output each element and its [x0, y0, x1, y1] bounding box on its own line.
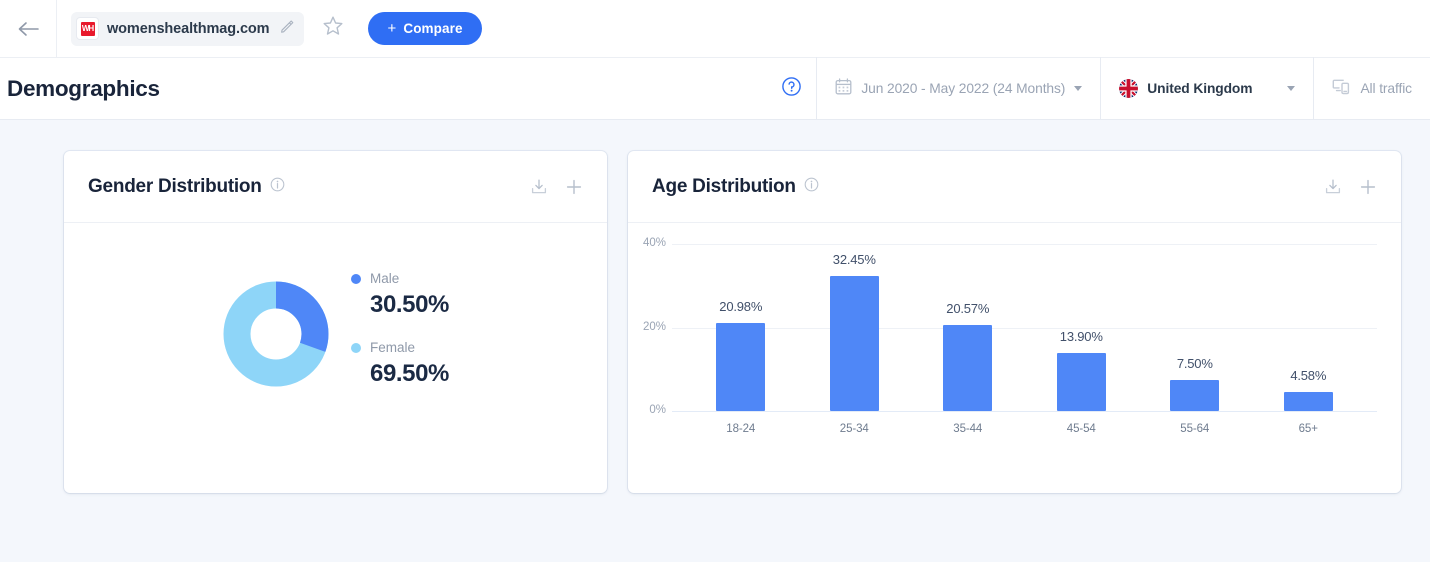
age-distribution-card: Age Distribution 40% 20% 0% 20.98% 18-24…: [628, 151, 1401, 493]
uk-flag-icon: [1119, 79, 1139, 98]
plus-icon[interactable]: [565, 178, 583, 196]
age-card-title: Age Distribution: [652, 175, 796, 197]
donut-svg: [223, 281, 329, 387]
download-icon[interactable]: [530, 178, 548, 196]
question-circle-icon: [781, 76, 802, 102]
legend-color-dot: [351, 342, 361, 353]
age-chart-body[interactable]: 40% 20% 0% 20.98% 18-24 32.45% 25-34 20.57% 35-4…: [628, 223, 1401, 492]
legend-item-male[interactable]: Male 30.50%: [351, 271, 449, 319]
bar-value-label: 13.90%: [1059, 328, 1103, 344]
legend-value: 30.50%: [370, 291, 449, 318]
chevron-down-icon: [1074, 86, 1083, 91]
gender-distribution-card: Gender Distribution Male 30.50% Female 6…: [64, 151, 607, 493]
gender-chart-body: Male 30.50% Female 69.50%: [64, 223, 607, 492]
header-controls: Jun 2020 - May 2022 (24 Months) United K: [766, 57, 1430, 120]
plus-icon: +: [387, 20, 397, 37]
site-chip[interactable]: WH womenshealthmag.com: [71, 11, 305, 46]
favorite-button[interactable]: [320, 16, 346, 42]
calendar-icon: [835, 77, 852, 100]
bar-value-label: 32.45%: [832, 251, 876, 267]
download-icon[interactable]: [1324, 178, 1342, 196]
page-title: Demographics: [7, 75, 160, 101]
compare-label: Compare: [403, 21, 463, 36]
bar-value-label: 7.50%: [1176, 355, 1213, 371]
gender-card-actions: [530, 178, 583, 196]
gender-card-title: Gender Distribution: [88, 175, 262, 197]
x-axis-tick-label: 55-64: [1180, 423, 1210, 435]
bar[interactable]: [1056, 352, 1106, 411]
legend-label: Male: [370, 271, 400, 286]
x-axis-tick-label: 18-24: [726, 423, 756, 435]
y-axis-tick-label: 20%: [642, 320, 666, 333]
info-icon[interactable]: [804, 177, 819, 197]
pencil-icon[interactable]: [280, 19, 294, 38]
info-icon[interactable]: [270, 177, 285, 197]
y-axis-tick-label: 40%: [642, 237, 666, 249]
age-card-header: Age Distribution: [628, 151, 1401, 223]
top-bar: WH womenshealthmag.com + Compare: [0, 0, 1430, 57]
site-name: womenshealthmag.com: [107, 20, 270, 37]
gridline: [672, 411, 1377, 412]
chevron-down-icon: [1287, 86, 1296, 91]
page-header: Demographics Jun 2020 - May 2022 (24 Mon…: [0, 57, 1430, 120]
content-area: Gender Distribution Male 30.50% Female 6…: [0, 121, 1430, 562]
star-icon: [322, 15, 344, 42]
back-button[interactable]: [0, 0, 56, 57]
gridline: [672, 244, 1377, 245]
devices-icon: [1332, 77, 1351, 101]
age-card-actions: [1324, 178, 1377, 196]
x-axis-tick-label: 45-54: [1066, 423, 1096, 435]
legend-item-female[interactable]: Female 69.50%: [351, 340, 449, 388]
gender-card-header: Gender Distribution: [64, 151, 607, 223]
bar[interactable]: [829, 275, 879, 411]
bar-value-label: 20.57%: [946, 301, 990, 317]
plus-icon[interactable]: [1359, 178, 1377, 196]
x-axis-tick-label: 65+: [1298, 423, 1318, 435]
bar[interactable]: [1283, 391, 1333, 411]
y-axis-tick-label: 0%: [649, 404, 666, 416]
date-range-label: Jun 2020 - May 2022 (24 Months): [861, 81, 1066, 96]
date-range-selector[interactable]: Jun 2020 - May 2022 (24 Months): [817, 57, 1100, 120]
traffic-label: All traffic: [1360, 81, 1412, 96]
x-axis-tick-label: 25-34: [839, 423, 869, 435]
bar-value-label: 20.98%: [719, 299, 763, 315]
traffic-selector[interactable]: All traffic: [1314, 57, 1430, 120]
gender-legend: Male 30.50% Female 69.50%: [351, 271, 449, 409]
arrow-left-icon: [17, 20, 39, 38]
favicon-text: WH: [80, 21, 95, 36]
bar[interactable]: [1170, 379, 1220, 411]
gender-donut-chart[interactable]: [221, 279, 331, 389]
bar[interactable]: [716, 323, 766, 411]
toolbar-divider: [56, 0, 57, 57]
legend-value: 69.50%: [370, 360, 449, 387]
help-button[interactable]: [766, 57, 816, 120]
country-label: United Kingdom: [1147, 81, 1253, 96]
legend-label: Female: [370, 340, 416, 355]
x-axis-tick-label: 35-44: [953, 423, 983, 435]
legend-color-dot: [351, 273, 361, 284]
site-favicon-icon: WH: [77, 18, 98, 39]
bar-value-label: 4.58%: [1290, 367, 1327, 383]
compare-button[interactable]: + Compare: [368, 12, 482, 45]
bar[interactable]: [943, 325, 993, 411]
gridline: [672, 327, 1377, 329]
country-selector[interactable]: United Kingdom: [1101, 57, 1313, 120]
